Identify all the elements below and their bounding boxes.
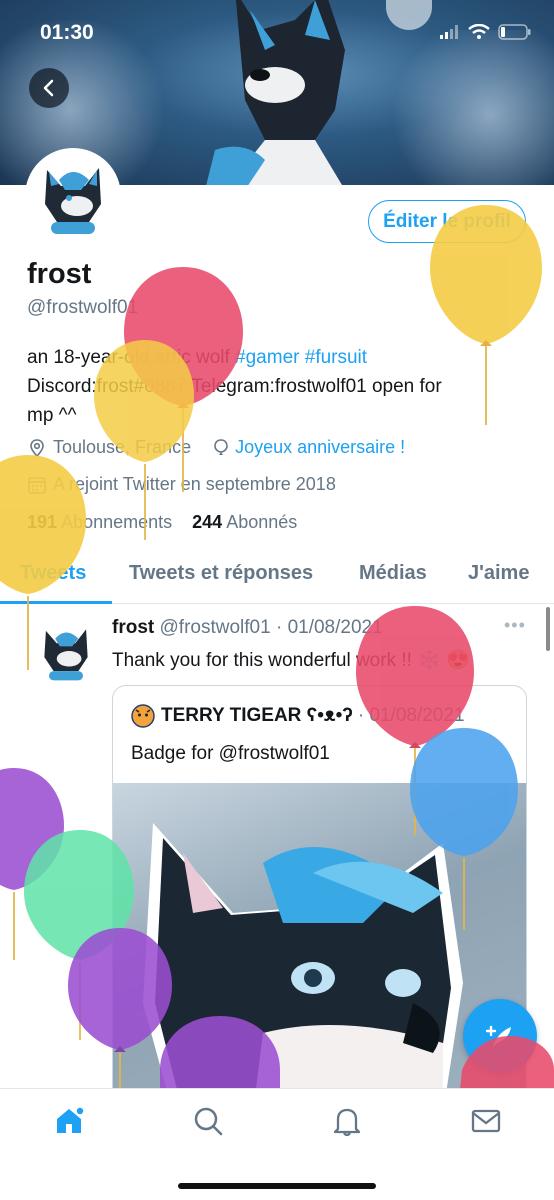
- tab-tweets[interactable]: Tweets: [20, 562, 86, 585]
- quoted-image[interactable]: [113, 783, 526, 1104]
- profile-meta-row: Toulouse, France Joyeux anniversaire !: [27, 437, 405, 458]
- quoted-author-name: TERRY TIGEAR ʕ•ᴥ•ʔ: [161, 705, 353, 726]
- quoted-author-avatar: [131, 704, 155, 728]
- tweet-author-avatar[interactable]: [32, 617, 100, 685]
- hashtag-link[interactable]: #gamer: [235, 347, 299, 368]
- bio-text: Discord:frost#0867 Telegram:frostwolf01 …: [27, 376, 442, 397]
- active-tab-indicator: [0, 601, 112, 604]
- home-icon[interactable]: [53, 1105, 85, 1137]
- signal-icon: [440, 25, 458, 39]
- profile-bio: an 18-year-old artic wolf #gamer #fursui…: [27, 343, 527, 430]
- search-icon[interactable]: [192, 1105, 224, 1137]
- profile-tabs: Tweets Tweets et réponses Médias J'aime: [0, 552, 554, 604]
- bell-icon[interactable]: [331, 1105, 363, 1137]
- avatar: [32, 617, 100, 685]
- quoted-date: · 01/08/2021: [357, 705, 465, 726]
- wolf-badge-art: [143, 823, 463, 1104]
- tab-media[interactable]: Médias: [359, 562, 427, 585]
- balloon-icon: [214, 438, 228, 455]
- profile-location: Toulouse, France: [53, 437, 192, 457]
- tweet-author-handle: @frostwolf01: [159, 617, 271, 638]
- chevron-left-icon: [43, 79, 54, 97]
- mail-icon[interactable]: [470, 1105, 502, 1137]
- profile-name: frost: [27, 258, 92, 290]
- status-time: 01:30: [40, 21, 94, 44]
- edit-profile-button[interactable]: Éditer le profil: [368, 200, 526, 243]
- tweet-more-button[interactable]: •••: [504, 615, 526, 636]
- tweet-header: frost @frostwolf01 · 01/08/2021: [112, 617, 383, 639]
- tweet-text: Thank you for this wonderful work !! ❄️ …: [112, 650, 470, 671]
- bio-text: an 18-year-old artic wolf: [27, 347, 230, 368]
- tab-likes[interactable]: J'aime: [468, 562, 529, 585]
- tweet-date: · 01/08/2021: [275, 617, 383, 638]
- location-pin-icon: [30, 438, 44, 457]
- balloon-purple: [0, 768, 64, 960]
- tweet-author-name[interactable]: frost: [112, 617, 154, 638]
- followers-link[interactable]: 244 Abonnés: [192, 512, 297, 532]
- tab-tweets-and-replies[interactable]: Tweets et réponses: [129, 562, 313, 585]
- profile-meta-row: A rejoint Twitter en septembre 2018: [27, 474, 336, 495]
- status-bar: 01:30: [0, 18, 554, 48]
- wifi-icon: [468, 24, 490, 39]
- compose-tweet-button[interactable]: [463, 999, 537, 1073]
- hashtag-link[interactable]: #fursuit: [305, 347, 367, 368]
- following-link[interactable]: 191 Abonnements: [27, 512, 172, 532]
- calendar-icon: [28, 476, 46, 494]
- bio-text: mp ^^: [27, 405, 77, 426]
- scrollbar[interactable]: [546, 607, 550, 651]
- back-button[interactable]: [29, 68, 69, 108]
- profile-handle: @frostwolf01: [27, 297, 139, 318]
- follow-stats: 191 Abonnements 244 Abonnés: [27, 512, 297, 533]
- home-indicator[interactable]: [178, 1183, 376, 1189]
- feather-plus-icon: [485, 1025, 511, 1047]
- quoted-text: Badge for @frostwolf01: [131, 743, 330, 764]
- birthday-link[interactable]: Joyeux anniversaire !: [235, 437, 405, 458]
- profile-joined-date: A rejoint Twitter en septembre 2018: [53, 474, 336, 494]
- avatar: [29, 152, 117, 240]
- battery-icon: [498, 24, 531, 40]
- profile-avatar[interactable]: [25, 148, 121, 244]
